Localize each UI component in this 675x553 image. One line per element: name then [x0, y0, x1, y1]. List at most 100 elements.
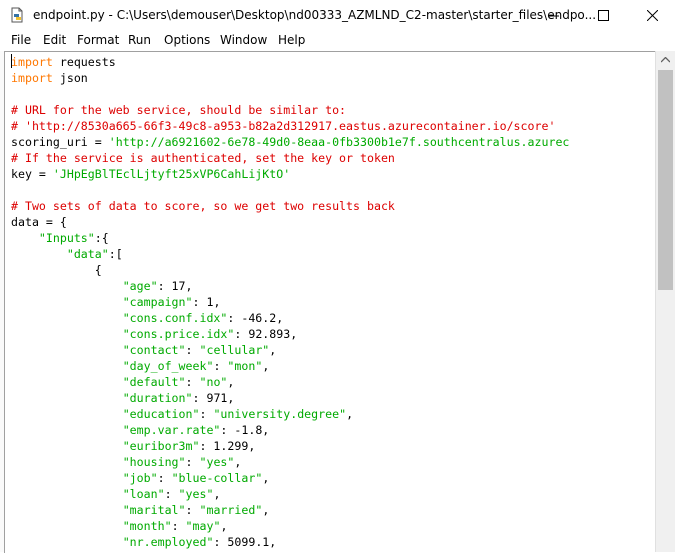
- code-string: "job": [122, 471, 158, 485]
- code-string: "housing": [122, 455, 186, 469]
- code-token: ,: [227, 375, 235, 389]
- close-button[interactable]: [629, 0, 675, 31]
- code-token: :: [185, 455, 200, 469]
- code-string: "day_of_week": [122, 359, 214, 373]
- code-token: ,: [269, 343, 277, 357]
- code-keyword: import: [11, 55, 53, 69]
- code-string: "yes": [199, 455, 235, 469]
- menu-options[interactable]: Options: [164, 33, 210, 47]
- code-line: "campaign": 1,: [11, 294, 569, 310]
- code-token: json: [52, 71, 88, 85]
- minimize-button[interactable]: [531, 0, 577, 31]
- code-token: ,: [220, 519, 228, 533]
- code-line: data = {: [11, 214, 569, 230]
- code-line: # If the service is authenticated, set t…: [11, 150, 569, 166]
- maximize-icon: [597, 10, 609, 21]
- code-token: : -1.8,: [220, 423, 270, 437]
- code-string: "duration": [122, 391, 193, 405]
- code-token: : -46.2,: [227, 311, 284, 325]
- code-line: "duration": 971,: [11, 390, 569, 406]
- code-string: "university.degree": [213, 407, 347, 421]
- code-line: import requests: [11, 54, 569, 70]
- code-line: {: [11, 262, 569, 278]
- code-token: : 971,: [192, 391, 235, 405]
- menu-edit[interactable]: Edit: [43, 33, 66, 47]
- scroll-up-button[interactable]: [656, 51, 675, 68]
- code-line: "contact": "cellular",: [11, 342, 569, 358]
- code-string: 'http://a6921602-6e78-49d0-8eaa-0fb3300b…: [108, 135, 570, 149]
- code-line: "data":[: [11, 246, 569, 262]
- code-line: "euribor3m": 1.299,: [11, 438, 569, 454]
- code-keyword: import: [11, 71, 53, 85]
- code-string: "month": [122, 519, 172, 533]
- code-line: "marital": "married",: [11, 502, 569, 518]
- menu-file[interactable]: File: [11, 33, 31, 47]
- python-file-icon: [9, 7, 25, 23]
- code-string: "nr.employed": [122, 535, 214, 549]
- code-token: ,: [262, 471, 270, 485]
- code-token: :: [164, 487, 179, 501]
- code-string: "loan": [122, 487, 165, 501]
- menu-window[interactable]: Window: [220, 33, 267, 47]
- code-token: :: [185, 375, 200, 389]
- code-token: ,: [213, 487, 221, 501]
- code-line: "default": "no",: [11, 374, 569, 390]
- code-string: "contact": [122, 343, 186, 357]
- menu-format[interactable]: Format: [77, 33, 119, 47]
- code-token: ,: [234, 455, 242, 469]
- code-line: import json: [11, 70, 569, 86]
- title-bar[interactable]: endpoint.py - C:\Users\demouser\Desktop\…: [0, 0, 675, 31]
- code-token: :: [185, 343, 200, 357]
- maximize-button[interactable]: [580, 0, 626, 31]
- code-string: "data": [66, 247, 109, 261]
- code-string: "married": [199, 503, 263, 517]
- code-comment: # URL for the web service, should be sim…: [11, 103, 347, 117]
- code-editor[interactable]: import requests import json # URL for the…: [4, 51, 656, 553]
- code-string: "mon": [227, 359, 263, 373]
- code-token: key =: [11, 167, 53, 181]
- code-line: "day_of_week": "mon",: [11, 358, 569, 374]
- code-string: "no": [199, 375, 228, 389]
- menu-run[interactable]: Run: [128, 33, 151, 47]
- code-line: # 'http://8530a665-66f3-49c8-a953-b82a2d…: [11, 118, 569, 134]
- code-text-area[interactable]: import requests import json # URL for the…: [11, 54, 569, 550]
- code-token: requests: [52, 55, 116, 69]
- close-icon: [646, 10, 658, 21]
- code-token: data = {: [11, 215, 67, 229]
- scrollbar-thumb[interactable]: [658, 70, 673, 290]
- code-line: "Inputs":{: [11, 230, 569, 246]
- code-line: "month": "may",: [11, 518, 569, 534]
- code-string: "cellular": [199, 343, 270, 357]
- vertical-scrollbar[interactable]: [655, 51, 675, 552]
- code-string: "campaign": [122, 295, 193, 309]
- code-string: "blue-collar": [171, 471, 263, 485]
- menu-bar: File Edit Format Run Options Window Help: [0, 31, 675, 51]
- code-string: "may": [185, 519, 221, 533]
- code-string: "default": [122, 375, 186, 389]
- code-line: # Two sets of data to score, so we get t…: [11, 198, 569, 214]
- code-line: "education": "university.degree",: [11, 406, 569, 422]
- idle-editor-window: endpoint.py - C:\Users\demouser\Desktop\…: [0, 0, 675, 553]
- code-string: "euribor3m": [122, 439, 200, 453]
- code-string: "cons.conf.idx": [122, 311, 228, 325]
- code-token: : 92.893,: [234, 327, 298, 341]
- code-token: ,: [262, 359, 270, 373]
- code-line: key = 'JHpEgBlTEclLjtyft25xVP6CahLijKtO': [11, 166, 569, 182]
- code-token: ,: [262, 503, 270, 517]
- code-string: "age": [122, 279, 158, 293]
- menu-help[interactable]: Help: [278, 33, 305, 47]
- code-token: : 17,: [157, 279, 193, 293]
- code-comment: # 'http://8530a665-66f3-49c8-a953-b82a2d…: [11, 119, 556, 133]
- code-line: "cons.price.idx": 92.893,: [11, 326, 569, 342]
